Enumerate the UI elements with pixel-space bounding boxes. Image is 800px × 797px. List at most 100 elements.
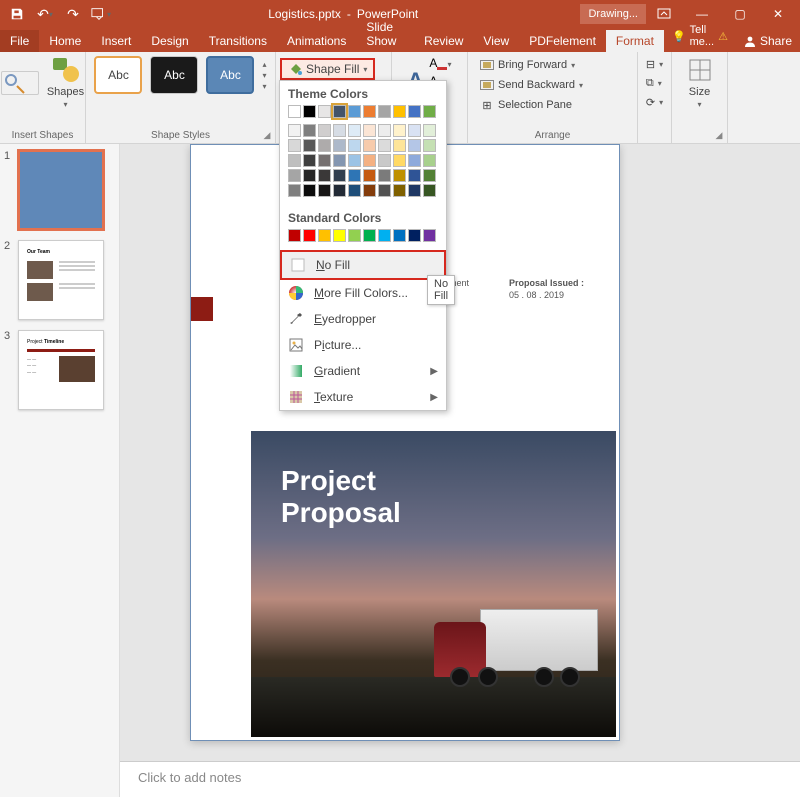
shape-fill-button[interactable]: Shape Fill ▾ (280, 58, 375, 80)
text-fill-button[interactable]: A▾ (429, 56, 451, 70)
color-swatch[interactable] (318, 169, 331, 182)
color-swatch[interactable] (348, 124, 361, 137)
color-swatch[interactable] (378, 229, 391, 242)
color-swatch[interactable] (288, 105, 301, 118)
color-swatch[interactable] (303, 154, 316, 167)
color-swatch[interactable] (303, 139, 316, 152)
dialog-launcher-icon[interactable]: ◢ (261, 129, 273, 141)
color-swatch[interactable] (378, 184, 391, 197)
color-swatch[interactable] (378, 105, 391, 118)
color-swatch[interactable] (348, 154, 361, 167)
color-swatch[interactable] (408, 229, 421, 242)
tab-animations[interactable]: Animations (277, 30, 356, 52)
slide-thumbnail-3[interactable]: Project Timeline — —— —— — (18, 330, 104, 410)
color-swatch[interactable] (348, 139, 361, 152)
color-swatch[interactable] (408, 139, 421, 152)
bring-forward-button[interactable]: Bring Forward ▾ (476, 56, 579, 74)
color-swatch[interactable] (378, 169, 391, 182)
color-swatch[interactable] (363, 169, 376, 182)
redo-icon[interactable]: ↷ (60, 2, 86, 26)
undo-icon[interactable]: ↶▾ (32, 2, 58, 26)
color-swatch[interactable] (408, 169, 421, 182)
color-swatch[interactable] (288, 139, 301, 152)
color-swatch[interactable] (378, 139, 391, 152)
tab-view[interactable]: View (473, 30, 519, 52)
color-swatch[interactable] (423, 139, 436, 152)
color-swatch[interactable] (318, 124, 331, 137)
group-objects-button[interactable]: ⧉▾ (642, 75, 666, 92)
color-swatch[interactable] (408, 184, 421, 197)
size-button[interactable]: Size▾ (680, 56, 720, 109)
color-swatch[interactable] (333, 184, 346, 197)
color-swatch[interactable] (423, 229, 436, 242)
slide-thumbnail-1[interactable] (18, 150, 104, 230)
color-swatch[interactable] (393, 105, 406, 118)
color-swatch[interactable] (393, 184, 406, 197)
tab-file[interactable]: File (0, 30, 39, 52)
tab-insert[interactable]: Insert (91, 30, 141, 52)
color-swatch[interactable] (303, 105, 316, 118)
selection-pane-button[interactable]: ⊞Selection Pane (476, 96, 576, 114)
color-swatch[interactable] (348, 169, 361, 182)
tab-pdfelement[interactable]: PDFelement (519, 30, 606, 52)
texture-item[interactable]: Texture ▶ (280, 384, 446, 410)
color-swatch[interactable] (288, 184, 301, 197)
shape-style-preset-3[interactable]: Abc (206, 56, 254, 94)
color-swatch[interactable] (303, 184, 316, 197)
color-swatch[interactable] (408, 154, 421, 167)
color-swatch[interactable] (333, 154, 346, 167)
color-swatch[interactable] (393, 229, 406, 242)
color-swatch[interactable] (423, 124, 436, 137)
tell-me-search[interactable]: 💡 Tell me... ⚠ (664, 20, 736, 52)
share-button[interactable]: Share (736, 30, 800, 52)
dialog-launcher-size[interactable]: ◢ (713, 129, 725, 141)
close-icon[interactable]: ✕ (760, 2, 796, 26)
edit-shape-button[interactable] (0, 71, 40, 95)
color-swatch[interactable] (393, 124, 406, 137)
eyedropper-item[interactable]: Eyedropper (280, 306, 446, 332)
color-swatch[interactable] (408, 105, 421, 118)
color-swatch[interactable] (423, 169, 436, 182)
color-swatch[interactable] (288, 229, 301, 242)
color-swatch[interactable] (363, 105, 376, 118)
color-swatch[interactable] (378, 154, 391, 167)
color-swatch[interactable] (393, 169, 406, 182)
tab-home[interactable]: Home (39, 30, 91, 52)
color-swatch[interactable] (348, 229, 361, 242)
send-backward-button[interactable]: Send Backward ▾ (476, 76, 587, 94)
color-swatch[interactable] (393, 139, 406, 152)
color-swatch[interactable] (318, 184, 331, 197)
color-swatch[interactable] (318, 105, 331, 118)
tab-format[interactable]: Format (606, 30, 664, 52)
color-swatch[interactable] (303, 229, 316, 242)
color-swatch[interactable] (288, 169, 301, 182)
color-swatch[interactable] (363, 154, 376, 167)
start-from-beginning-icon[interactable]: ▾ (88, 2, 114, 26)
slide-editor[interactable]: Parks Department ington, DC Proposal Iss… (120, 144, 800, 797)
color-swatch[interactable] (333, 105, 346, 118)
slide-thumbnail-2[interactable]: Our Team (18, 240, 104, 320)
color-swatch[interactable] (348, 184, 361, 197)
tab-design[interactable]: Design (141, 30, 198, 52)
align-button[interactable]: ⊟▾ (642, 56, 667, 73)
color-swatch[interactable] (288, 124, 301, 137)
tab-review[interactable]: Review (414, 30, 473, 52)
color-swatch[interactable] (303, 169, 316, 182)
gradient-item[interactable]: Gradient ▶ (280, 358, 446, 384)
save-icon[interactable] (4, 2, 30, 26)
color-swatch[interactable] (363, 124, 376, 137)
color-swatch[interactable] (348, 105, 361, 118)
style-gallery-scroll[interactable]: ▴▾▾ (262, 60, 266, 91)
shapes-gallery-button[interactable]: Shapes▾ (46, 56, 86, 109)
color-swatch[interactable] (303, 124, 316, 137)
color-swatch[interactable] (333, 139, 346, 152)
color-swatch[interactable] (393, 154, 406, 167)
rotate-button[interactable]: ⟳▾ (642, 94, 667, 111)
color-swatch[interactable] (318, 229, 331, 242)
color-swatch[interactable] (333, 229, 346, 242)
slide-thumbnail-pane[interactable]: 1 2 Our Team 3 Project Timeline — —— —— (0, 144, 120, 797)
color-swatch[interactable] (363, 184, 376, 197)
color-swatch[interactable] (288, 154, 301, 167)
tab-slideshow[interactable]: Slide Show (356, 16, 414, 52)
color-swatch[interactable] (333, 169, 346, 182)
